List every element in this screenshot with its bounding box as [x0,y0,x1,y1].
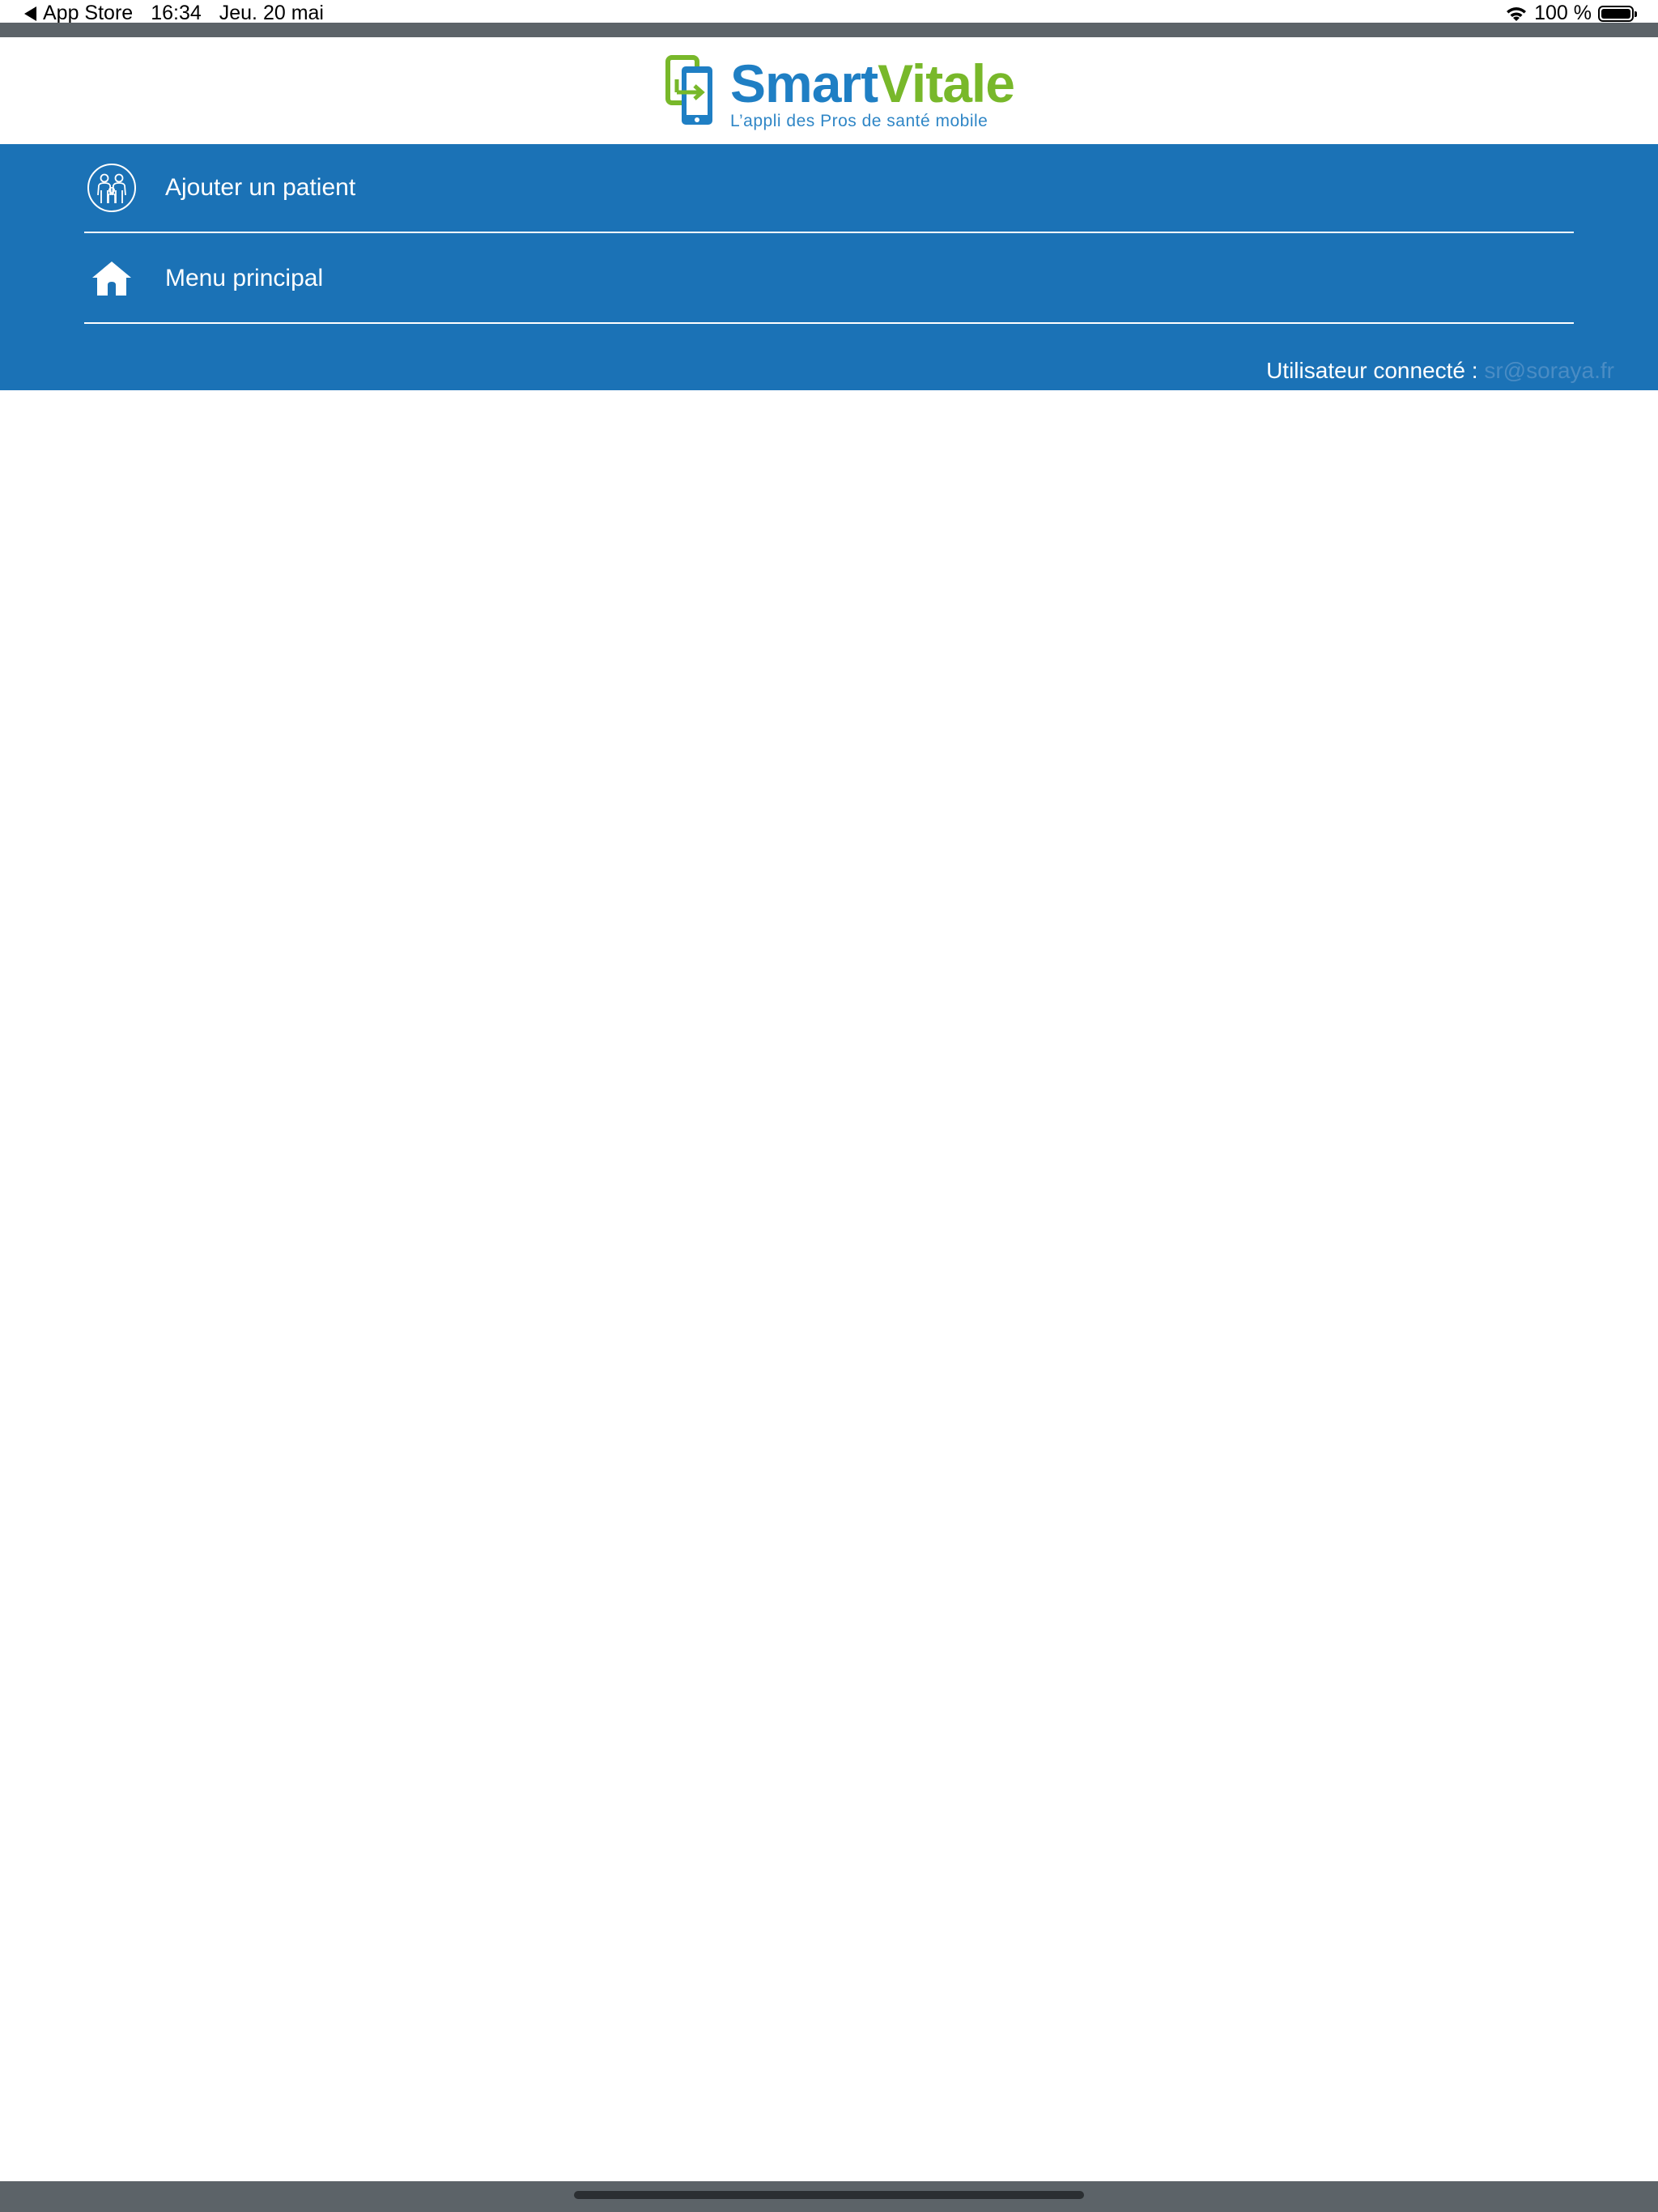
back-app-label[interactable]: App Store [43,2,133,25]
brand-name: SmartVitale [730,53,1015,113]
home-indicator[interactable] [574,2191,1084,2199]
battery-icon [1598,5,1637,22]
connected-user: Utilisateur connecté : sr@soraya.fr [1266,358,1614,384]
menu-item-main-menu[interactable]: Menu principal [84,235,1574,324]
app-screen: App Store 16:34 Jeu. 20 mai 100 % SmartV… [0,0,1658,2212]
brand-name-vitale: Vitale [878,53,1015,113]
status-bar: App Store 16:34 Jeu. 20 mai 100 % [0,0,1658,24]
menu-item-add-patient[interactable]: Ajouter un patient [84,144,1574,233]
brand-tagline: L’appli des Pros de santé mobile [730,112,988,130]
home-icon [84,251,139,306]
brand-text: SmartVitale L’appli des Pros de santé mo… [730,53,1015,131]
status-right: 100 % [1505,2,1637,25]
status-time: 16:34 [151,2,202,24]
bottom-bar [0,2181,1658,2212]
brand-name-smart: Smart [730,53,878,113]
connected-user-email: sr@soraya.fr [1484,358,1614,383]
back-arrow-icon[interactable] [24,6,36,21]
logo-header: SmartVitale L’appli des Pros de santé mo… [0,37,1658,144]
brand-logo: SmartVitale L’appli des Pros de santé mo… [665,53,1015,131]
side-menu: Ajouter un patient Menu principal Utilis… [0,144,1658,390]
smartvitale-logo-icon [665,55,712,125]
patients-icon [84,160,139,215]
nav-strip [0,23,1658,37]
menu-label-add-patient: Ajouter un patient [165,174,356,201]
wifi-icon [1507,6,1527,21]
battery-percent: 100 % [1534,2,1592,24]
menu-label-main-menu: Menu principal [165,265,324,291]
status-date: Jeu. 20 mai [219,2,324,24]
status-left[interactable]: App Store 16:34 Jeu. 20 mai [24,2,324,25]
connected-user-label: Utilisateur connecté : [1266,358,1478,383]
